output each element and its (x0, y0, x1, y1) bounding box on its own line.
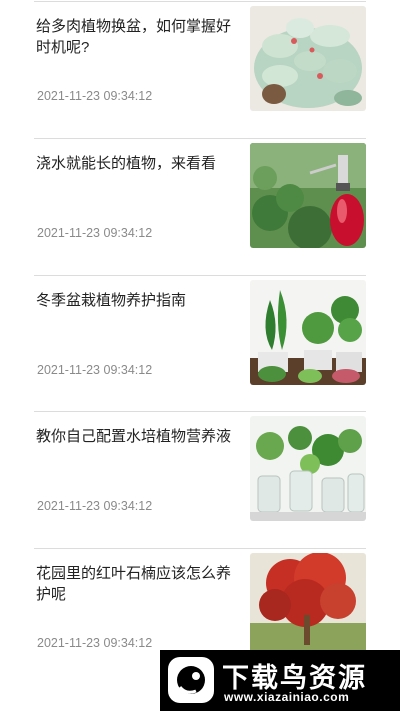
article-title: 花园里的红叶石楠应该怎么养护呢 (36, 565, 232, 603)
article-item[interactable]: 教你自己配置水培植物营养液 2021-11-23 09:34:12 (34, 412, 366, 521)
article-item[interactable]: 浇水就能长的植物，来看看 2021-11-23 09:34:12 (34, 139, 366, 248)
article-time: 2021-11-23 09:34:12 (37, 226, 153, 240)
bird-logo-icon (168, 657, 214, 703)
article-title: 教你自己配置水培植物营养液 (36, 428, 232, 445)
article-thumbnail-watering[interactable] (250, 143, 366, 248)
article-item[interactable]: 给多肉植物换盆，如何掌握好时机呢? 2021-11-23 09:34:12 (34, 2, 366, 111)
watermark-url: www.xiazainiao.com (224, 690, 350, 704)
article-time: 2021-11-23 09:34:12 (37, 89, 153, 103)
article-time: 2021-11-23 09:34:12 (37, 636, 153, 650)
article-item[interactable]: 花园里的红叶石楠应该怎么养护呢 2021-11-23 09:34:12 (34, 549, 366, 658)
article-thumbnail-hydroponic[interactable] (250, 416, 366, 521)
article-item[interactable]: 冬季盆栽植物养护指南 2021-11-23 09:34:12 (34, 276, 366, 385)
article-title: 浇水就能长的植物，来看看 (36, 155, 217, 172)
article-thumbnail-red-tree[interactable] (250, 553, 366, 658)
article-time: 2021-11-23 09:34:12 (37, 363, 153, 377)
article-time: 2021-11-23 09:34:12 (37, 499, 153, 513)
article-title: 给多肉植物换盆，如何掌握好时机呢? (36, 18, 232, 56)
article-thumbnail-succulent[interactable] (250, 6, 366, 111)
article-title: 冬季盆栽植物养护指南 (36, 292, 187, 309)
article-thumbnail-potted-plants[interactable] (250, 280, 366, 385)
watermark-banner: 下载鸟资源 www.xiazainiao.com (160, 650, 400, 711)
